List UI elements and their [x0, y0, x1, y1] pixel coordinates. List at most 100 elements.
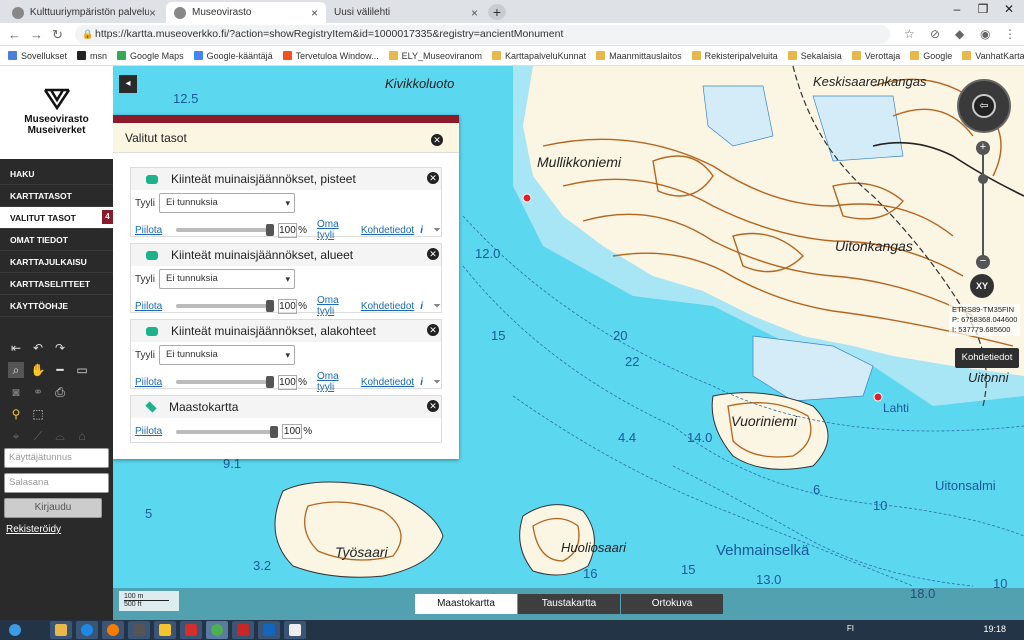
bookmark-item[interactable]: Verottaja: [851, 51, 900, 61]
remove-layer-icon[interactable]: ✕: [427, 248, 439, 260]
print-icon[interactable]: ⎙: [52, 384, 68, 400]
menu-item-kayttoohje[interactable]: KÄYTTÖOHJE: [0, 295, 113, 317]
info-icon[interactable]: i: [420, 377, 423, 388]
opacity-slider[interactable]: [176, 224, 274, 236]
own-style-link[interactable]: Oma tyyli: [317, 295, 357, 317]
pan-control-icon[interactable]: ⇦: [972, 94, 996, 118]
info-icon[interactable]: i: [420, 301, 423, 312]
hide-link[interactable]: Piilota: [135, 225, 162, 236]
star-icon[interactable]: ☆: [904, 27, 915, 41]
taskbar-app[interactable]: [258, 621, 280, 639]
remove-layer-icon[interactable]: ✕: [427, 324, 439, 336]
collapse-panel-button[interactable]: ◂: [119, 75, 137, 93]
monument-marker[interactable]: [873, 392, 883, 402]
link-icon[interactable]: ⚭: [30, 384, 46, 400]
extension-icon[interactable]: ◆: [955, 27, 964, 41]
extension-icon[interactable]: ⊘: [930, 27, 940, 41]
draw-point-icon[interactable]: ⌖: [8, 428, 24, 444]
camera-icon[interactable]: ◙: [8, 384, 24, 400]
draw-line-icon[interactable]: ⟋: [30, 428, 46, 444]
close-tab-icon[interactable]: ×: [471, 6, 478, 20]
taskbar-app-active[interactable]: [206, 621, 228, 639]
undo-icon[interactable]: ↶: [30, 340, 46, 356]
reset-view-icon[interactable]: ⇤: [8, 340, 24, 356]
slider-handle[interactable]: [265, 376, 274, 388]
draw-area-icon[interactable]: ⌓: [52, 428, 68, 444]
feature-data-button[interactable]: Kohdetiedot: [955, 348, 1019, 368]
measure-area-icon[interactable]: ▭: [74, 362, 90, 378]
basemap-tab-ortokuva[interactable]: Ortokuva: [621, 594, 723, 614]
close-tab-icon[interactable]: ×: [311, 6, 318, 20]
hide-link[interactable]: Piilota: [135, 301, 162, 312]
bookmark-item[interactable]: Google: [910, 51, 952, 61]
browser-tab[interactable]: Kulttuuriympäristön palveluikku ×: [4, 2, 164, 23]
language-indicator[interactable]: FI: [847, 624, 854, 633]
bookmark-item[interactable]: Rekisteripalveluita: [691, 51, 778, 61]
back-icon[interactable]: ←: [8, 27, 21, 42]
opacity-slider[interactable]: [176, 376, 274, 388]
feature-info-icon[interactable]: ⚲: [8, 406, 24, 422]
bookmark-item[interactable]: Sekalaisia: [787, 51, 842, 61]
menu-item-karttatasot[interactable]: KARTTATASOT: [0, 185, 113, 207]
opacity-input[interactable]: 100: [277, 374, 298, 390]
own-style-link[interactable]: Oma tyyli: [317, 371, 357, 393]
browser-tab-active[interactable]: Museovirasto ×: [166, 2, 326, 23]
menu-item-omat-tiedot[interactable]: OMAT TIEDOT: [0, 229, 113, 251]
slider-handle[interactable]: [265, 300, 274, 312]
menu-item-haku[interactable]: HAKU: [0, 163, 113, 185]
taskbar-app[interactable]: [284, 621, 306, 639]
bookmark-item[interactable]: msn: [77, 51, 107, 61]
opacity-slider[interactable]: [176, 425, 279, 438]
taskbar-app[interactable]: [102, 621, 124, 639]
forward-icon[interactable]: →: [30, 27, 43, 42]
url-field[interactable]: 🔒 https://kartta.museoverkko.fi/?action=…: [75, 25, 890, 44]
new-tab-button[interactable]: +: [488, 4, 506, 20]
draw-tool-icon[interactable]: ⌂: [74, 428, 90, 444]
menu-item-karttajulkaisu[interactable]: KARTTAJULKAISU: [0, 251, 113, 273]
taskbar-app[interactable]: [180, 621, 202, 639]
style-select[interactable]: Ei tunnuksia: [159, 345, 295, 365]
maximize-icon[interactable]: ❐: [970, 0, 996, 18]
feature-data-link[interactable]: Kohdetiedot: [361, 225, 414, 236]
select-area-icon[interactable]: ⬚: [30, 406, 46, 422]
menu-item-valitut-tasot[interactable]: VALITUT TASOT 4: [0, 207, 113, 229]
login-button[interactable]: Kirjaudu: [4, 498, 102, 518]
info-icon[interactable]: i: [420, 225, 423, 236]
taskbar-app[interactable]: [50, 621, 72, 639]
opacity-input[interactable]: 100: [282, 424, 303, 439]
bookmark-item[interactable]: VanhatKartat: [962, 51, 1024, 61]
taskbar-app[interactable]: [76, 621, 98, 639]
bookmark-item[interactable]: Tervetuloa Window...: [282, 51, 379, 61]
own-style-link[interactable]: Oma tyyli: [317, 219, 357, 241]
minimize-icon[interactable]: –: [944, 0, 970, 18]
basemap-tab-taustakartta[interactable]: Taustakartta: [518, 594, 620, 614]
measure-line-icon[interactable]: ━: [52, 362, 68, 378]
zoom-out-button[interactable]: −: [976, 255, 990, 269]
clock[interactable]: 19:18: [983, 624, 1006, 634]
taskbar-app[interactable]: [128, 621, 150, 639]
menu-item-karttaselitteet[interactable]: KARTTASELITTEET: [0, 273, 113, 295]
zoom-box-icon[interactable]: ⌕: [8, 362, 24, 378]
reload-icon[interactable]: ↻: [52, 27, 63, 43]
opacity-input[interactable]: 100: [277, 298, 298, 314]
bookmark-item[interactable]: Sovellukset: [8, 51, 67, 61]
pan-hand-icon[interactable]: ✋: [30, 362, 46, 378]
hide-link[interactable]: Piilota: [135, 377, 162, 388]
slider-handle[interactable]: [270, 425, 279, 438]
bookmark-item[interactable]: Google Maps: [117, 51, 184, 61]
filter-icon[interactable]: ⏷: [433, 301, 441, 312]
bookmark-item[interactable]: KarttapalveluKunnat: [492, 51, 586, 61]
redo-icon[interactable]: ↷: [52, 340, 68, 356]
profile-icon[interactable]: ◉: [980, 27, 990, 41]
basemap-tab-maastokartta[interactable]: Maastokartta: [415, 594, 517, 614]
slider-handle[interactable]: [265, 224, 274, 236]
filter-icon[interactable]: ⏷: [433, 225, 441, 236]
username-field[interactable]: Käyttäjätunnus: [4, 448, 109, 468]
taskbar-app[interactable]: [232, 621, 254, 639]
opacity-input[interactable]: 100: [277, 222, 298, 238]
remove-layer-icon[interactable]: ✕: [427, 172, 439, 184]
zoom-slider[interactable]: [982, 146, 984, 262]
zoom-handle[interactable]: [978, 174, 988, 184]
bookmark-item[interactable]: Maanmittauslaitos: [596, 51, 682, 61]
taskbar-app[interactable]: [154, 621, 176, 639]
